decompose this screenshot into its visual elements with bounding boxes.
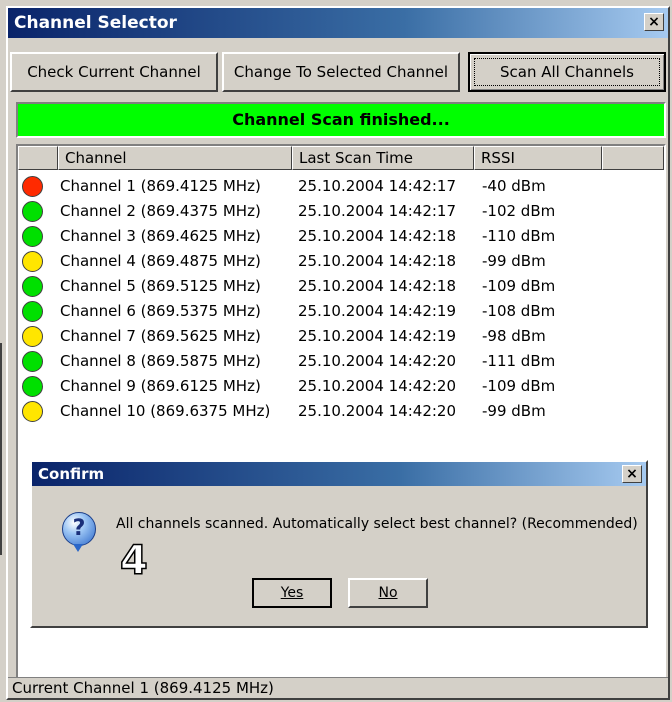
yes-label: Yes: [280, 585, 304, 601]
rssi-value: -99 dBm: [482, 252, 546, 270]
rssi-value: -99 dBm: [482, 402, 546, 420]
scan-status-bar: Channel Scan finished...: [16, 102, 666, 138]
check-current-channel-button[interactable]: Check Current Channel: [10, 52, 218, 92]
table-row[interactable]: Channel 1 (869.4125 MHz) 25.10.2004 14:42…: [18, 174, 664, 199]
channel-name: Channel 6 (869.5375 MHz): [60, 302, 261, 320]
table-row[interactable]: Channel 8 (869.5875 MHz) 25.10.2004 14:42…: [18, 349, 664, 374]
header-extra[interactable]: [602, 146, 664, 170]
status-yellow-icon: [22, 251, 43, 272]
rssi-value: -111 dBm: [482, 352, 556, 370]
rssi-value: -109 dBm: [482, 277, 556, 295]
scan-all-channels-button[interactable]: Scan All Channels: [468, 52, 666, 92]
table-row[interactable]: Channel 6 (869.5375 MHz) 25.10.2004 14:42…: [18, 299, 664, 324]
status-green-icon: [22, 376, 43, 397]
rssi-value: -40 dBm: [482, 177, 546, 195]
channel-name: Channel 3 (869.4625 MHz): [60, 227, 261, 245]
channel-name: Channel 7 (869.5625 MHz): [60, 327, 261, 345]
dialog-message: All channels scanned. Automatically sele…: [116, 516, 638, 532]
last-scan-time: 25.10.2004 14:42:17: [298, 202, 457, 220]
channel-name: Channel 10 (869.6375 MHz): [60, 402, 271, 420]
header-status[interactable]: [18, 146, 58, 170]
status-green-icon: [22, 351, 43, 372]
table-row[interactable]: Channel 10 (869.6375 MHz) 25.10.2004 14:4…: [18, 399, 664, 424]
status-bar: Current Channel 1 (869.4125 MHz): [8, 677, 668, 698]
last-scan-time: 25.10.2004 14:42:19: [298, 327, 457, 345]
question-icon: ?: [62, 512, 96, 552]
change-to-selected-channel-button[interactable]: Change To Selected Channel: [222, 52, 460, 92]
rssi-value: -108 dBm: [482, 302, 556, 320]
status-red-icon: [22, 176, 43, 197]
last-scan-time: 25.10.2004 14:42:19: [298, 302, 457, 320]
channel-name: Channel 1 (869.4125 MHz): [60, 177, 261, 195]
channel-name: Channel 8 (869.5875 MHz): [60, 352, 261, 370]
confirm-dialog: Confirm × ? All channels scanned. Automa…: [30, 460, 648, 628]
step-annotation: 4: [119, 537, 148, 585]
last-scan-time: 25.10.2004 14:42:20: [298, 377, 457, 395]
window-titlebar: Channel Selector ×: [8, 8, 668, 38]
table-row[interactable]: Channel 5 (869.5125 MHz) 25.10.2004 14:42…: [18, 274, 664, 299]
header-last-scan-time[interactable]: Last Scan Time: [292, 146, 474, 170]
status-yellow-icon: [22, 326, 43, 347]
last-scan-time: 25.10.2004 14:42:18: [298, 227, 457, 245]
no-label: No: [378, 585, 398, 601]
status-green-icon: [22, 276, 43, 297]
status-green-icon: [22, 226, 43, 247]
rssi-value: -102 dBm: [482, 202, 556, 220]
channel-name: Channel 4 (869.4875 MHz): [60, 252, 261, 270]
no-button[interactable]: No: [348, 578, 428, 608]
rssi-value: -98 dBm: [482, 327, 546, 345]
header-channel[interactable]: Channel: [58, 146, 292, 170]
last-scan-time: 25.10.2004 14:42:20: [298, 352, 457, 370]
dialog-close-button[interactable]: ×: [622, 465, 642, 483]
rssi-value: -109 dBm: [482, 377, 556, 395]
dialog-title: Confirm: [38, 465, 105, 483]
rssi-value: -110 dBm: [482, 227, 556, 245]
last-scan-time: 25.10.2004 14:42:18: [298, 277, 457, 295]
window-title: Channel Selector: [14, 13, 177, 33]
focus-rect: [474, 58, 660, 86]
last-scan-time: 25.10.2004 14:42:20: [298, 402, 457, 420]
table-row[interactable]: Channel 2 (869.4375 MHz) 25.10.2004 14:42…: [18, 199, 664, 224]
yes-button[interactable]: Yes: [252, 578, 332, 608]
last-scan-time: 25.10.2004 14:42:18: [298, 252, 457, 270]
status-green-icon: [22, 201, 43, 222]
channel-name: Channel 9 (869.6125 MHz): [60, 377, 261, 395]
last-scan-time: 25.10.2004 14:42:17: [298, 177, 457, 195]
header-rssi[interactable]: RSSI: [474, 146, 602, 170]
table-row[interactable]: Channel 7 (869.5625 MHz) 25.10.2004 14:42…: [18, 324, 664, 349]
close-button[interactable]: ×: [644, 13, 664, 31]
table-row[interactable]: Channel 9 (869.6125 MHz) 25.10.2004 14:42…: [18, 374, 664, 399]
dialog-titlebar: Confirm ×: [32, 462, 646, 486]
table-row[interactable]: Channel 3 (869.4625 MHz) 25.10.2004 14:42…: [18, 224, 664, 249]
table-row[interactable]: Channel 4 (869.4875 MHz) 25.10.2004 14:42…: [18, 249, 664, 274]
channel-name: Channel 2 (869.4375 MHz): [60, 202, 261, 220]
channel-name: Channel 5 (869.5125 MHz): [60, 277, 261, 295]
status-yellow-icon: [22, 401, 43, 422]
status-green-icon: [22, 301, 43, 322]
left-edge-line: [0, 343, 2, 555]
